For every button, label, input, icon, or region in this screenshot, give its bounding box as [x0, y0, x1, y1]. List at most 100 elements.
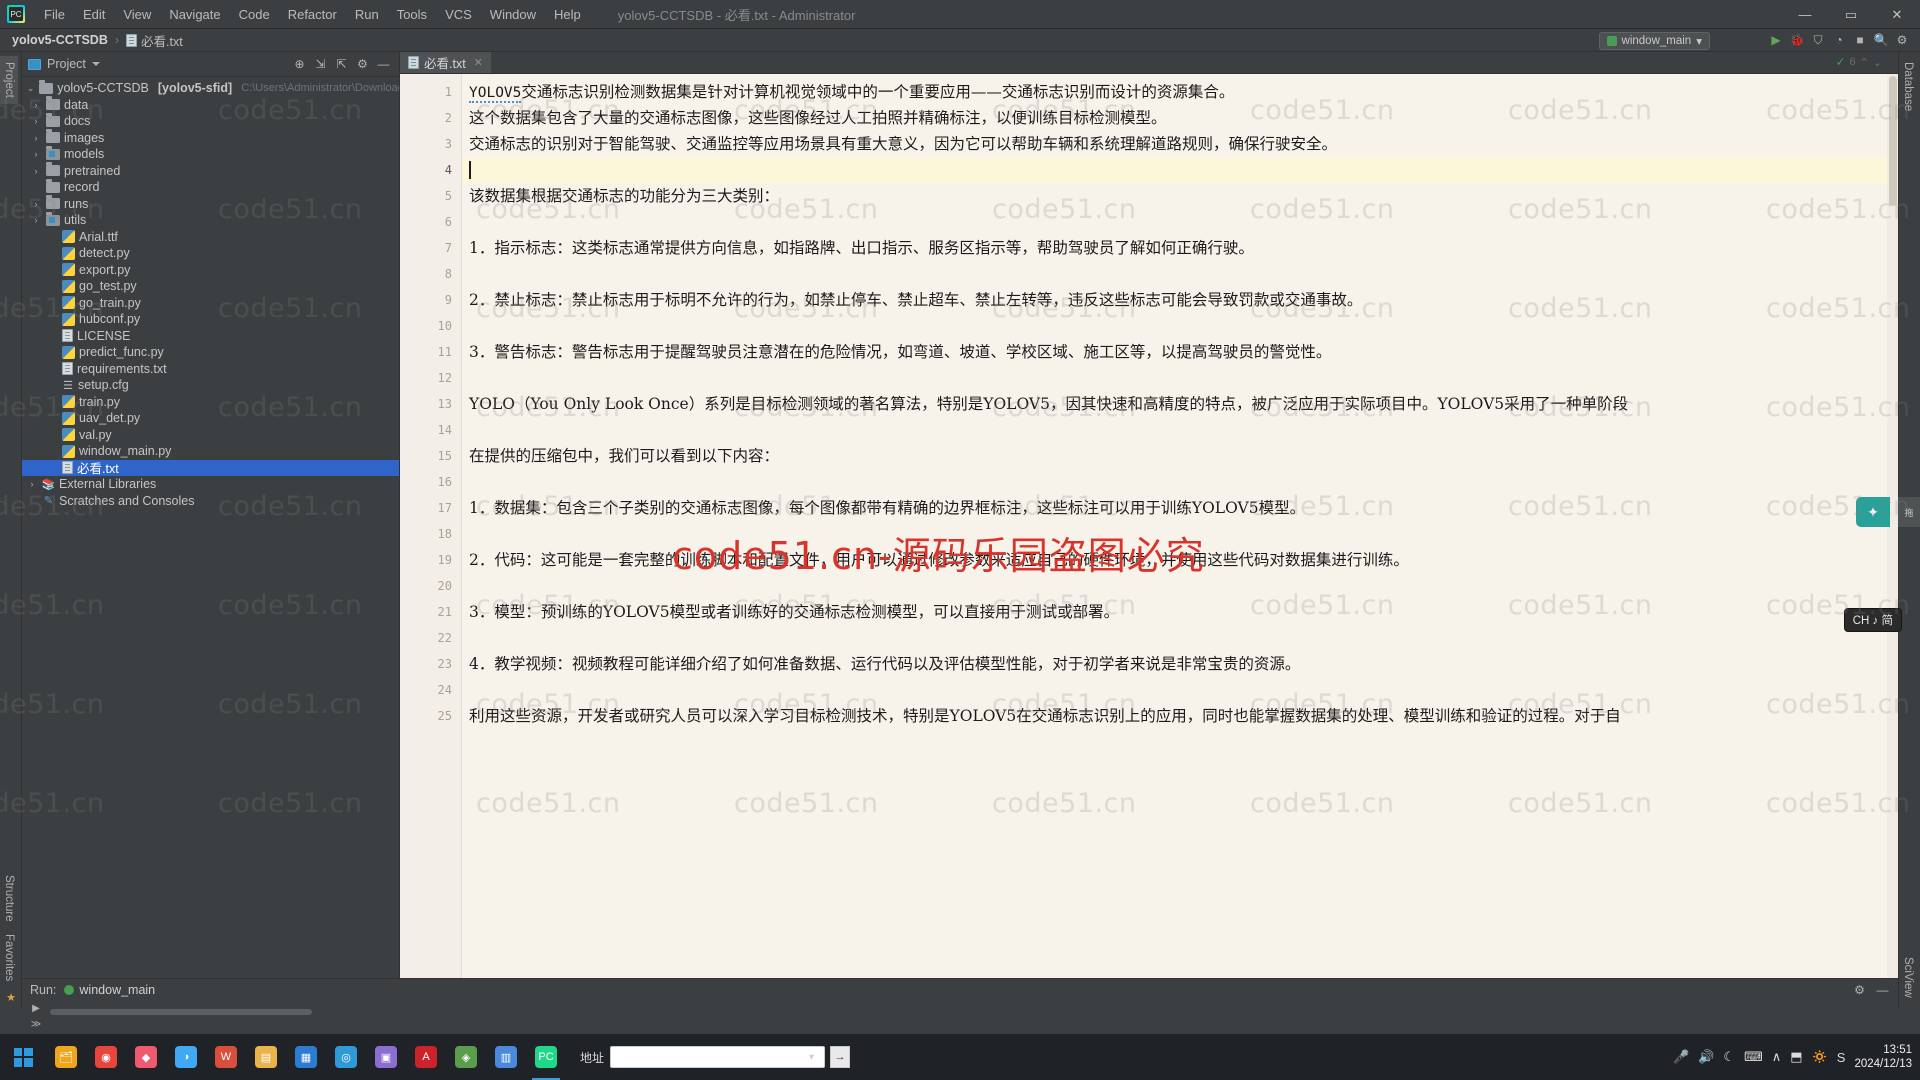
- code-line[interactable]: [462, 521, 1898, 547]
- run-panel-tab[interactable]: window_main: [64, 983, 155, 997]
- code-line[interactable]: 交通标志的识别对于智能驾驶、交通监控等应用场景具有重大意义，因为它可以帮助车辆和…: [462, 131, 1898, 157]
- code-line[interactable]: 3．警告标志：警告标志用于提醒驾驶员注意潜在的危险情况，如弯道、坡道、学校区域、…: [462, 339, 1898, 365]
- code-line[interactable]: [462, 417, 1898, 443]
- menu-window[interactable]: Window: [481, 3, 545, 26]
- line-number[interactable]: 9: [400, 287, 461, 313]
- feedback-icon[interactable]: ◈: [446, 1034, 486, 1080]
- line-number[interactable]: 8: [400, 261, 461, 287]
- collapse-all-icon[interactable]: ⇱: [332, 55, 351, 74]
- scroll-end-icon[interactable]: ≫: [31, 1019, 41, 1030]
- menu-navigate[interactable]: Navigate: [160, 3, 229, 26]
- tree-node-pretrained[interactable]: › pretrained: [22, 162, 399, 180]
- tree-node-window_main.py[interactable]: window_main.py: [22, 443, 399, 460]
- tree-node-hubconf.py[interactable]: hubconf.py: [22, 311, 399, 328]
- twisty-collapsed-icon[interactable]: ›: [30, 116, 42, 126]
- search-everywhere-icon[interactable]: 🔍: [1871, 30, 1891, 50]
- run-configuration-selector[interactable]: window_main ▾: [1598, 32, 1710, 50]
- menu-view[interactable]: View: [114, 3, 160, 26]
- line-number[interactable]: 1: [400, 79, 461, 105]
- code-line[interactable]: [462, 261, 1898, 287]
- code-line[interactable]: [462, 313, 1898, 339]
- line-number[interactable]: 4: [400, 157, 461, 183]
- code-line[interactable]: 3．模型：预训练的YOLOV5模型或者训练好的交通标志检测模型，可以直接用于测试…: [462, 599, 1898, 625]
- tree-node-record[interactable]: record: [22, 178, 399, 196]
- tool-tab-sciview[interactable]: SciView: [1899, 951, 1917, 1004]
- tree-node-export.py[interactable]: export.py: [22, 262, 399, 279]
- security-icon[interactable]: S: [1837, 1050, 1846, 1065]
- menu-code[interactable]: Code: [230, 3, 279, 26]
- line-number[interactable]: 7: [400, 235, 461, 261]
- tree-node-images[interactable]: › images: [22, 129, 399, 147]
- code-line[interactable]: [462, 469, 1898, 495]
- tree-node-val.py[interactable]: val.py: [22, 427, 399, 444]
- tree-node-go_train.py[interactable]: go_train.py: [22, 295, 399, 312]
- editor-vertical-scrollbar[interactable]: [1887, 74, 1898, 994]
- twisty-collapsed-icon[interactable]: ›: [30, 149, 42, 159]
- code-line[interactable]: [462, 157, 1898, 183]
- tool-tab-favorites[interactable]: Favorites: [0, 928, 18, 987]
- inspection-widget[interactable]: ✓ 6 ⌃ ⌄: [1835, 55, 1882, 69]
- taskbar-clock[interactable]: 13:51 2024/12/13: [1854, 1043, 1912, 1072]
- tree-node-detect.py[interactable]: detect.py: [22, 245, 399, 262]
- file-explorer-icon[interactable]: 🗂: [46, 1034, 86, 1080]
- line-number[interactable]: 25: [400, 703, 461, 729]
- minimize-button[interactable]: —: [1782, 0, 1828, 29]
- address-go-button[interactable]: →: [830, 1046, 851, 1068]
- tree-node-ScratchesandConsoles[interactable]: ✎ Scratches and Consoles: [22, 493, 399, 510]
- photos-icon[interactable]: ▣: [366, 1034, 406, 1080]
- run-console-scrollbar[interactable]: [50, 1009, 312, 1015]
- tree-node-docs[interactable]: › docs: [22, 112, 399, 130]
- code-line[interactable]: [462, 365, 1898, 391]
- stop-button[interactable]: ■: [1850, 30, 1870, 50]
- tree-node-setup.cfg[interactable]: ☰ setup.cfg: [22, 377, 399, 394]
- wps-icon[interactable]: W: [206, 1034, 246, 1080]
- rerun-icon[interactable]: ▶: [32, 1003, 40, 1014]
- tree-node-models[interactable]: › models: [22, 145, 399, 163]
- line-number[interactable]: 6: [400, 209, 461, 235]
- edge-icon[interactable]: ◎: [326, 1034, 366, 1080]
- menu-run[interactable]: Run: [346, 3, 388, 26]
- line-number[interactable]: 19: [400, 547, 461, 573]
- menu-edit[interactable]: Edit: [74, 3, 114, 26]
- line-number[interactable]: 24: [400, 677, 461, 703]
- line-number[interactable]: 13: [400, 391, 461, 417]
- tree-node-train.py[interactable]: train.py: [22, 394, 399, 411]
- moon-icon[interactable]: ☾: [1723, 1049, 1735, 1065]
- tree-node-yolov5-CCTSDB[interactable]: ⌄ yolov5-CCTSDB [yolov5-sfid] C:\Users\Admi…: [22, 79, 399, 97]
- tree-node-.txt[interactable]: 必看.txt: [22, 459, 399, 476]
- code-line[interactable]: 1．指示标志：这类标志通常提供方向信息，如指路牌、出口指示、服务区指示等，帮助驾…: [462, 235, 1898, 261]
- line-number[interactable]: 22: [400, 625, 461, 651]
- code-line[interactable]: 该数据集根据交通标志的功能分为三大类别：: [462, 183, 1898, 209]
- line-number[interactable]: 23: [400, 651, 461, 677]
- code-line[interactable]: 4．教学视频：视频教程可能详细介绍了如何准备数据、运行代码以及评估模型性能，对于…: [462, 651, 1898, 677]
- line-number[interactable]: 12: [400, 365, 461, 391]
- code-line[interactable]: YOLOV5交通标志识别检测数据集是针对计算机视觉领域中的一个重要应用——交通标…: [462, 79, 1898, 105]
- hide-panel-icon[interactable]: —: [374, 55, 393, 74]
- chrome-icon[interactable]: ◉: [86, 1034, 126, 1080]
- maximize-button[interactable]: ▭: [1828, 0, 1874, 29]
- profile-button[interactable]: ◔: [1829, 30, 1849, 50]
- volume-icon[interactable]: 🔊: [1698, 1049, 1714, 1065]
- tree-node-utils[interactable]: › utils: [22, 211, 399, 229]
- ai-assistant-tail[interactable]: 拖: [1898, 497, 1920, 527]
- start-button[interactable]: [0, 1034, 46, 1080]
- code-line[interactable]: 1．数据集：包含三个子类别的交通标志图像，每个图像都带有精确的边界框标注，这些标…: [462, 495, 1898, 521]
- line-number[interactable]: 17: [400, 495, 461, 521]
- tree-node-data[interactable]: › data: [22, 96, 399, 114]
- code-line[interactable]: 2．禁止标志：禁止标志用于标明不允许的行为，如禁止停车、禁止超车、禁止左转等，违…: [462, 287, 1898, 313]
- tree-node-ExternalLibraries[interactable]: › 📚 External Libraries: [22, 476, 399, 493]
- coverage-button[interactable]: ⛉: [1808, 30, 1828, 50]
- close-icon[interactable]: ✕: [474, 56, 483, 69]
- line-number[interactable]: 18: [400, 521, 461, 547]
- code-line[interactable]: 2．代码：这可能是一套完整的训练脚本和配置文件，用户可以通过修改参数来适应自己的…: [462, 547, 1898, 573]
- breadcrumb-file[interactable]: 必看.txt: [120, 29, 189, 52]
- show-hidden-icons[interactable]: ∧: [1772, 1049, 1782, 1065]
- line-number[interactable]: 20: [400, 573, 461, 599]
- code-line[interactable]: 这个数据集包含了大量的交通标志图像，这些图像经过人工拍照并精确标注，以便训练目标…: [462, 105, 1898, 131]
- address-input[interactable]: [610, 1046, 826, 1068]
- scroll-from-source-icon[interactable]: ⊕: [290, 55, 309, 74]
- twisty-collapsed-icon[interactable]: ›: [30, 133, 42, 143]
- folder-icon[interactable]: ▤: [246, 1034, 286, 1080]
- expand-all-icon[interactable]: ⇲: [311, 55, 330, 74]
- keyboard-icon[interactable]: ⌨: [1744, 1049, 1763, 1065]
